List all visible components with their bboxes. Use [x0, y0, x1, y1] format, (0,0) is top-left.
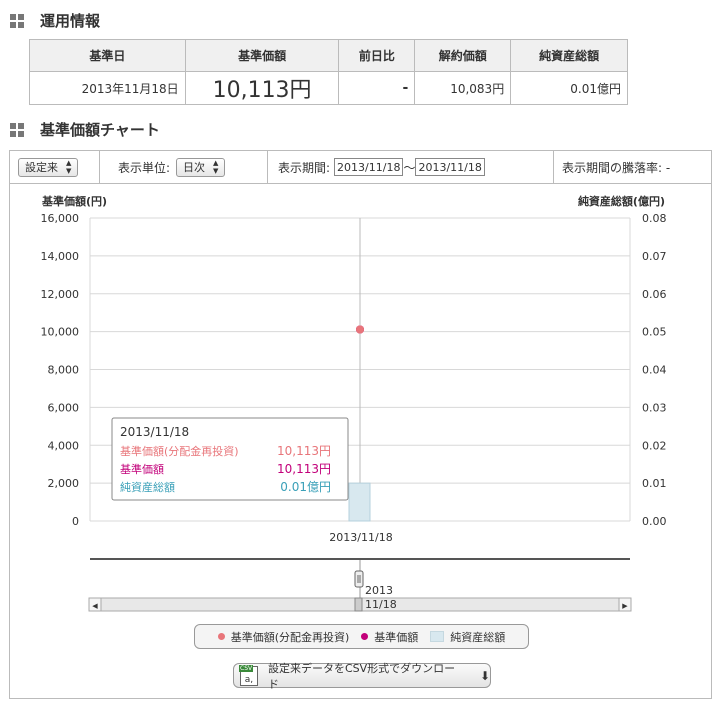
cell-redemption: 10,083円: [414, 71, 512, 105]
change-rate-cell: 表示期間の騰落率: -: [554, 151, 711, 184]
updown-arrow-icon: ▲ ▼: [213, 159, 219, 175]
header-date: 基準日: [29, 39, 186, 72]
csv-icon-letter: a,: [244, 674, 254, 685]
legend-label: 純資産総額: [450, 630, 506, 644]
chart-panel: 設定来 ▲ ▼ 表示単位: 日次 ▲ ▼ 表示期間: 2013/11/18 〜 20…: [9, 150, 712, 699]
header-change: 前日比: [338, 39, 416, 72]
unit-select[interactable]: 日次 ▲ ▼: [176, 157, 226, 177]
chart-toolbar: 設定来 ▲ ▼ 表示単位: 日次 ▲ ▼ 表示期間: 2013/11/18 〜 20…: [10, 150, 711, 184]
unit-cell: 表示単位: 日次 ▲ ▼: [100, 150, 268, 184]
legend-item-net-assets[interactable]: 純資産総額: [430, 629, 505, 645]
header-net-assets: 純資産総額: [510, 39, 628, 72]
legend-square-icon: [430, 631, 445, 642]
legend-dot-icon: [361, 633, 369, 640]
legend-dot-icon: [217, 633, 225, 640]
legend-item-reinvest[interactable]: 基準価額(分配金再投資): [217, 629, 350, 645]
csv-download-label: 設定来データをCSV形式でダウンロード: [267, 661, 456, 691]
fund-select-value: 設定来: [25, 161, 58, 174]
cell-net-assets: 0.01億円: [510, 71, 628, 105]
unit-label: 表示単位:: [118, 160, 171, 175]
updown-arrow-icon: ▲ ▼: [66, 159, 72, 175]
legend-item-nav[interactable]: 基準価額: [361, 629, 418, 645]
csv-icon-tag: CSV: [239, 664, 254, 672]
period-cell: 表示期間: 2013/11/18 〜 2013/11/18: [268, 150, 554, 184]
legend-label: 基準価額(分配金再投資): [230, 630, 350, 644]
unit-select-value: 日次: [183, 161, 206, 174]
period-separator: 〜: [403, 160, 416, 175]
chart-legend: 基準価額(分配金再投資) 基準価額 純資産総額: [194, 624, 529, 649]
csv-file-icon: CSV a,: [239, 664, 258, 686]
cell-date: 2013年11月18日: [29, 71, 186, 105]
info-table: 基準日 基準価額 前日比 解約価額 純資産総額 2013年11月18日 10,1…: [29, 39, 628, 105]
section-title-chart: 基準価額チャート: [10, 119, 160, 140]
period-to-input[interactable]: 2013/11/18: [415, 158, 485, 176]
grid-bullet-icon: [10, 122, 24, 137]
section-title-info: 運用情報: [10, 10, 100, 31]
header-nav: 基準価額: [184, 39, 340, 72]
period-label: 表示期間:: [278, 160, 331, 175]
change-rate-text: 表示期間の騰落率: -: [562, 160, 671, 175]
csv-download-button[interactable]: CSV a, 設定来データをCSV形式でダウンロード ⬇: [233, 662, 491, 691]
download-arrow-icon: ⬇: [479, 668, 490, 683]
fund-select[interactable]: 設定来 ▲ ▼: [18, 157, 79, 177]
section-title-text: 基準価額チャート: [40, 121, 160, 139]
period-from-input[interactable]: 2013/11/18: [334, 158, 404, 176]
header-redemption: 解約価額: [414, 39, 512, 72]
fund-select-cell: 設定来 ▲ ▼: [10, 150, 100, 184]
grid-bullet-icon: [10, 13, 24, 28]
legend-label: 基準価額: [374, 630, 419, 644]
cell-change: -: [338, 71, 416, 105]
cell-nav: 10,113円: [184, 71, 340, 105]
section-title-text: 運用情報: [40, 12, 101, 30]
